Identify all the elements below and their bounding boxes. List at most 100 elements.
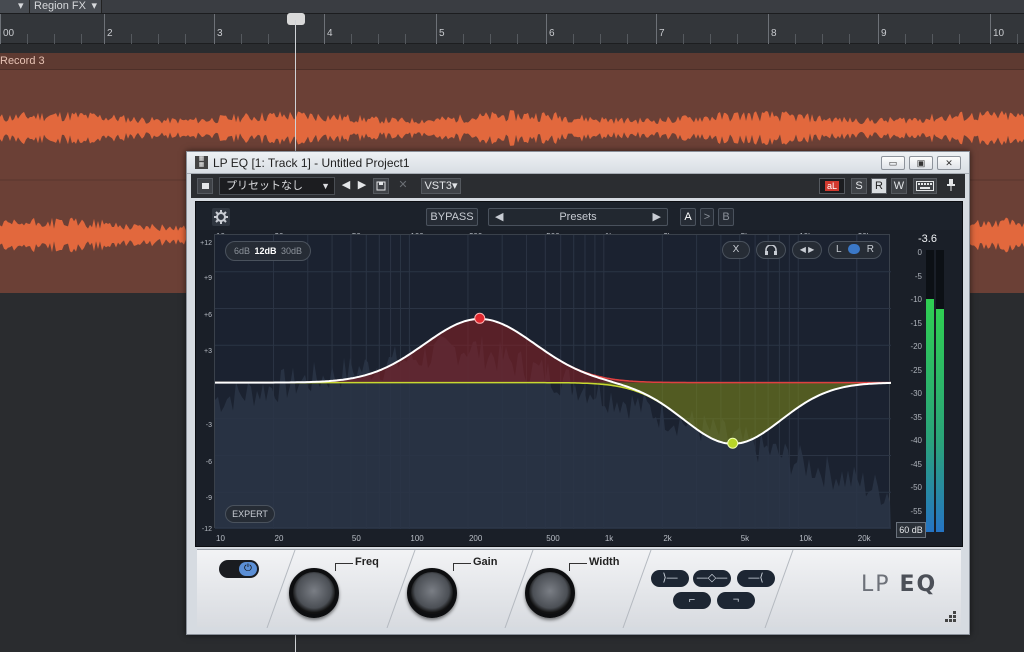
presets-selector[interactable]: ◀ Presets ▶ xyxy=(488,208,668,226)
band-solo-button[interactable] xyxy=(756,241,786,259)
ruler-minor-tick xyxy=(27,34,28,44)
gain-knob[interactable] xyxy=(407,568,457,618)
low-cut-shape-button[interactable]: ⟩— xyxy=(651,570,689,587)
freq-arrow-icon xyxy=(335,563,353,571)
preset-select[interactable]: プリセットなし ▼ xyxy=(219,177,335,195)
band-controls: ⏻ Freq Gain Width ⟩— —◇— —⟨ ⌐ ¬ LP EQ xyxy=(197,549,961,628)
ruler-minor-tick xyxy=(81,34,82,44)
automation-button[interactable]: aL xyxy=(819,178,845,194)
eq-curve-display[interactable] xyxy=(215,235,891,529)
headphones-icon xyxy=(765,244,777,255)
settings-button[interactable] xyxy=(212,208,230,226)
slope-30db[interactable]: 30dB xyxy=(281,246,302,256)
plugin-toolbar: プリセットなし ▼ ◀ ▶ ✕ VST3▾ aL S R W xyxy=(191,174,965,198)
frequency-label: 2k xyxy=(663,534,672,543)
ruler-minor-tick xyxy=(573,34,574,44)
resize-grip-icon[interactable] xyxy=(945,610,957,622)
presets-prev-button[interactable]: ◀ xyxy=(495,209,503,225)
ruler-tick-label: 8 xyxy=(771,28,777,39)
ruler-minor-tick xyxy=(490,34,491,44)
low-cut-icon: ⟩— xyxy=(662,572,678,584)
plugin-app-icon: ▦ ▦ xyxy=(195,156,208,169)
minimize-button[interactable]: ▭ xyxy=(881,156,905,170)
keyboard-button[interactable] xyxy=(913,178,937,194)
delete-preset-button[interactable]: ✕ xyxy=(395,178,411,194)
meter-scale-label: -30 xyxy=(910,389,922,398)
r-button[interactable]: R xyxy=(871,178,887,194)
meter-scale: 0-5-10-15-20-25-30-35-40-45-50-55-60 xyxy=(902,248,922,539)
close-button[interactable]: ✕ xyxy=(937,156,961,170)
width-knob[interactable] xyxy=(525,568,575,618)
db-label: +9 xyxy=(204,274,212,282)
band-2-node[interactable] xyxy=(727,437,739,449)
frequency-label: 200 xyxy=(468,534,483,543)
band-1-node[interactable] xyxy=(474,312,486,324)
slope-6db[interactable]: 6dB xyxy=(234,246,250,256)
db-label: +3 xyxy=(204,348,212,356)
w-button[interactable]: W xyxy=(891,178,907,194)
preset-next-button[interactable]: ▶ xyxy=(355,178,369,194)
ruler-minor-tick xyxy=(241,34,242,44)
gear-icon xyxy=(214,210,228,224)
format-dropdown[interactable]: VST3▾ xyxy=(421,178,461,194)
db-label: -12 xyxy=(201,526,212,533)
ruler-tick: 6 xyxy=(546,14,555,44)
link-icon[interactable] xyxy=(847,244,860,255)
ruler-minor-tick xyxy=(517,34,518,44)
channel-selector[interactable]: L R xyxy=(828,241,882,259)
db-label: -6 xyxy=(205,458,212,466)
meter-scale-label: -20 xyxy=(910,342,922,351)
s-button[interactable]: S xyxy=(851,178,867,194)
bypass-button[interactable]: BYPASS xyxy=(426,208,478,226)
ruler-tick-label: 6 xyxy=(549,28,555,39)
timeline-ruler[interactable]: 00 2 3 4 5 6 7 8 9 10 xyxy=(0,14,1024,44)
width-label: Width xyxy=(589,556,620,568)
low-shelf-shape-button[interactable]: ⌐ xyxy=(673,592,711,609)
track-toggle-button[interactable] xyxy=(197,178,213,194)
b-button[interactable]: B xyxy=(718,208,734,226)
high-cut-shape-button[interactable]: —⟨ xyxy=(737,570,775,587)
output-meter: -3.6 0-5-10-15-20-25-30-35-40-45-50-55-6… xyxy=(898,230,960,548)
slope-selector[interactable]: 6dB 12dB 30dB xyxy=(225,241,311,261)
high-shelf-icon: ¬ xyxy=(732,594,740,606)
ruler-tick-label: 00 xyxy=(3,28,15,39)
frequency-label: 20k xyxy=(857,534,871,543)
presets-next-button[interactable]: ▶ xyxy=(653,209,661,225)
meter-left-track xyxy=(926,250,934,532)
playhead-handle[interactable] xyxy=(287,13,305,25)
pin-button[interactable] xyxy=(943,178,959,194)
save-preset-button[interactable] xyxy=(373,178,389,194)
expert-button[interactable]: EXPERT xyxy=(225,505,275,523)
bell-shape-button[interactable]: —◇— xyxy=(693,570,731,587)
meter-scale-label: -5 xyxy=(914,271,922,281)
meter-range-button[interactable]: 60 dB xyxy=(896,522,926,538)
channel-right[interactable]: R xyxy=(867,244,874,255)
restore-button[interactable]: ▣ xyxy=(909,156,933,170)
channel-left[interactable]: L xyxy=(836,244,841,255)
meter-scale-label: -55 xyxy=(910,506,922,516)
ruler-minor-tick xyxy=(683,34,684,44)
plugin-title-bar[interactable]: ▦ ▦ LP EQ [1: Track 1] - Untitled Project… xyxy=(187,152,969,174)
band-power-toggle[interactable]: ⏻ xyxy=(219,560,259,578)
ruler-minor-tick xyxy=(795,34,796,44)
dropdown[interactable]: ▾ xyxy=(0,0,30,13)
ruler-minor-tick xyxy=(737,34,738,44)
slope-12db[interactable]: 12dB xyxy=(254,246,276,256)
high-shelf-shape-button[interactable]: ¬ xyxy=(717,592,755,609)
pin-icon xyxy=(947,179,955,191)
high-cut-icon: —⟨ xyxy=(748,572,764,584)
ruler-minor-tick xyxy=(405,34,406,44)
db-label: -9 xyxy=(205,495,212,503)
a-button[interactable]: A xyxy=(680,208,696,226)
region-fx-dropdown[interactable]: Region FX ▾ xyxy=(30,0,102,13)
band-remove-button[interactable]: X xyxy=(722,241,750,259)
eq-graph[interactable]: 6dB 12dB 30dB X ◀ ▶ L R EXPERT xyxy=(214,234,891,529)
track-header[interactable]: Record 3 xyxy=(0,53,1024,70)
band-select-arrows[interactable]: ◀ ▶ xyxy=(792,241,822,259)
copy-ab-button[interactable]: > xyxy=(700,208,714,226)
ruler-minor-tick xyxy=(627,34,628,44)
ruler-tick: 5 xyxy=(436,14,445,44)
frequency-label: 500 xyxy=(546,534,560,543)
preset-prev-button[interactable]: ◀ xyxy=(339,178,353,194)
freq-knob[interactable] xyxy=(289,568,339,618)
